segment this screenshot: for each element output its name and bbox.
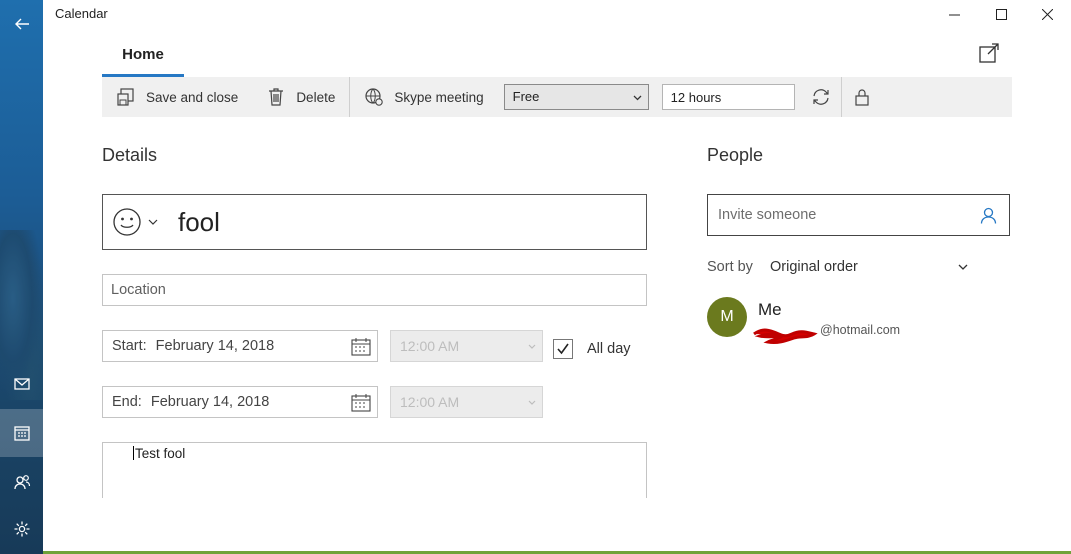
end-time-value: 12:00 AM xyxy=(400,394,460,410)
chevron-down-icon xyxy=(633,95,642,101)
popout-window-icon[interactable] xyxy=(978,42,1000,64)
repeat-icon xyxy=(813,89,829,105)
calendar-nav-button[interactable] xyxy=(0,409,43,457)
title-bar: Calendar xyxy=(43,0,1071,28)
minimize-button[interactable] xyxy=(931,0,977,28)
all-day-checkbox[interactable] xyxy=(553,339,573,359)
event-title-field[interactable]: fool xyxy=(102,194,647,250)
calendar-picker-icon[interactable] xyxy=(351,393,371,413)
checkmark-icon xyxy=(557,343,569,355)
back-button[interactable] xyxy=(0,0,43,48)
skype-meeting-label: Skype meeting xyxy=(394,89,484,105)
left-rail xyxy=(0,0,43,554)
start-date-value: February 14, 2018 xyxy=(155,338,275,354)
maximize-button[interactable] xyxy=(978,0,1024,28)
end-date-value: February 14, 2018 xyxy=(150,394,270,410)
chevron-down-icon xyxy=(528,344,536,349)
toolbar: Save and close Delete Skype meeting Free… xyxy=(102,77,1012,117)
start-date-field[interactable]: Start: February 14, 2018 xyxy=(102,330,378,362)
tab-home[interactable]: Home xyxy=(102,38,184,77)
minimize-icon xyxy=(948,14,960,15)
skype-globe-icon xyxy=(365,88,384,106)
notes-editor[interactable]: Test fool xyxy=(102,442,647,498)
calendar-icon xyxy=(13,426,30,441)
chevron-down-icon[interactable] xyxy=(958,262,968,272)
show-as-dropdown[interactable]: Free xyxy=(503,84,649,110)
start-label: Start: xyxy=(112,338,147,354)
people-icon xyxy=(13,475,30,490)
skype-meeting-button[interactable]: Skype meeting xyxy=(350,77,497,117)
notes-text: Test fool xyxy=(135,446,186,461)
redaction-scribble xyxy=(753,328,818,344)
end-time-dropdown[interactable]: 12:00 AM xyxy=(390,386,543,418)
app-title: Calendar xyxy=(55,6,108,21)
sort-order-dropdown[interactable]: Original order xyxy=(770,259,858,275)
end-label: End: xyxy=(112,394,142,410)
avatar: M xyxy=(707,297,747,337)
maximize-icon xyxy=(995,8,1007,20)
delete-button[interactable]: Delete xyxy=(252,77,349,117)
all-day-label: All day xyxy=(587,341,631,357)
start-time-dropdown[interactable]: 12:00 AM xyxy=(390,330,543,362)
repeat-button[interactable] xyxy=(801,77,841,117)
save-icon xyxy=(117,88,134,106)
attendee-email: @hotmail.com xyxy=(820,323,901,337)
chevron-down-icon xyxy=(528,400,536,405)
calendar-picker-icon[interactable] xyxy=(351,337,371,357)
start-time-value: 12:00 AM xyxy=(400,338,460,354)
save-and-close-button[interactable]: Save and close xyxy=(102,77,252,117)
location-input[interactable]: Location xyxy=(102,274,647,306)
chevron-down-icon[interactable] xyxy=(148,217,158,227)
invite-placeholder: Invite someone xyxy=(718,207,817,223)
invite-input[interactable]: Invite someone xyxy=(707,194,1010,236)
details-heading: Details xyxy=(102,145,158,165)
event-title-text: fool xyxy=(178,206,220,237)
people-nav-button[interactable] xyxy=(0,458,43,506)
close-icon xyxy=(1041,8,1053,20)
delete-label: Delete xyxy=(296,89,336,105)
trash-icon xyxy=(269,88,284,106)
show-as-value: Free xyxy=(512,89,540,104)
private-button[interactable] xyxy=(842,77,882,117)
attendee-name: Me xyxy=(758,300,782,319)
save-and-close-label: Save and close xyxy=(146,89,239,105)
mail-nav-button[interactable] xyxy=(0,360,43,408)
text-caret xyxy=(133,446,134,460)
sort-by-label: Sort by xyxy=(707,259,753,275)
reminder-field[interactable]: 12 hours xyxy=(661,84,795,110)
settings-nav-button[interactable] xyxy=(0,505,43,553)
end-date-field[interactable]: End: February 14, 2018 xyxy=(102,386,378,418)
back-arrow-icon xyxy=(14,18,29,30)
lock-icon xyxy=(855,89,869,106)
people-heading: People xyxy=(707,145,764,165)
gear-icon xyxy=(14,521,29,537)
close-button[interactable] xyxy=(1024,0,1070,28)
smiley-icon[interactable] xyxy=(112,207,142,237)
mail-icon xyxy=(13,378,30,390)
person-add-icon[interactable] xyxy=(980,207,997,224)
